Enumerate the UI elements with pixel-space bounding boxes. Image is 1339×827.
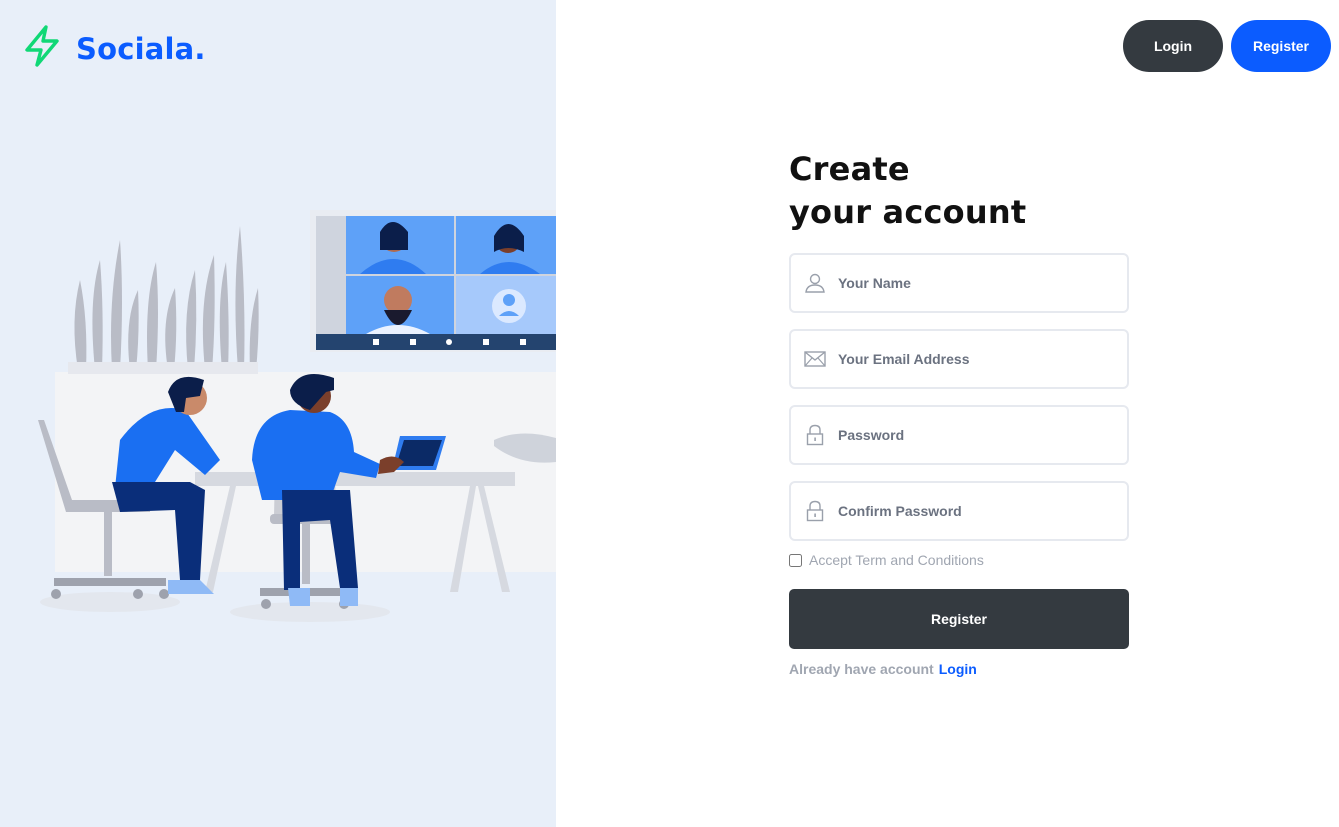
confirm-password-input[interactable] — [838, 491, 1108, 531]
lock-icon — [803, 423, 827, 447]
login-prompt: Already have account Login — [789, 661, 977, 677]
terms-row[interactable]: Accept Term and Conditions — [789, 552, 984, 568]
email-input[interactable] — [838, 339, 1108, 379]
user-icon — [803, 271, 827, 295]
lock-icon — [803, 499, 827, 523]
register-page: Sociala. Login Register Create your acco… — [0, 0, 1339, 827]
terms-checkbox[interactable] — [789, 553, 802, 567]
brand-name: Sociala. — [76, 31, 206, 66]
register-form-header: Create your account — [789, 148, 1129, 234]
login-link[interactable]: Login — [939, 661, 977, 677]
confirm-password-field[interactable] — [789, 481, 1129, 541]
email-field[interactable] — [789, 329, 1129, 389]
login-prompt-text: Already have account — [789, 661, 934, 677]
name-field[interactable] — [789, 253, 1129, 313]
page-title-line-2: your account — [789, 193, 1027, 231]
password-input[interactable] — [838, 415, 1108, 455]
brand-logo[interactable]: Sociala. — [22, 24, 206, 73]
password-field[interactable] — [789, 405, 1129, 465]
bolt-icon — [22, 24, 62, 73]
mail-icon — [803, 347, 827, 371]
register-submit-button[interactable]: Register — [789, 589, 1129, 649]
page-title-line-1: Create — [789, 150, 910, 188]
terms-label: Accept Term and Conditions — [809, 552, 984, 568]
video-meeting-illustration — [0, 210, 556, 827]
name-input[interactable] — [838, 263, 1108, 303]
page-title: Create your account — [789, 148, 1129, 234]
header-register-button[interactable]: Register — [1231, 20, 1331, 72]
header-login-button[interactable]: Login — [1123, 20, 1223, 72]
illustration-panel: Sociala. — [0, 0, 556, 827]
